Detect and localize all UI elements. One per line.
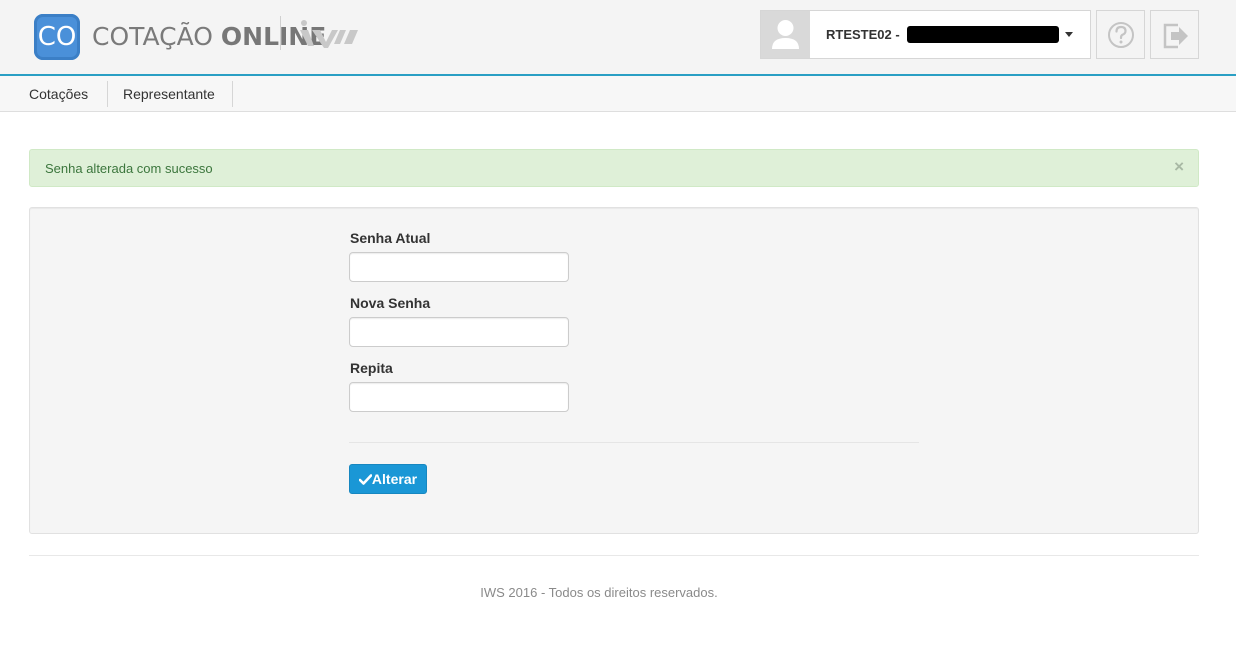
question-circle-icon xyxy=(1108,22,1134,48)
form-divider xyxy=(349,442,919,443)
footer-divider xyxy=(29,555,1199,556)
new-password-input[interactable] xyxy=(349,317,569,347)
chevron-down-icon xyxy=(1065,32,1073,37)
repeat-password-label: Repita xyxy=(350,360,393,376)
logo-divider xyxy=(280,16,281,50)
logo-badge: CO xyxy=(34,14,80,60)
user-menu-dropdown[interactable]: RTESTE02 - xyxy=(760,10,1091,59)
logo-title: COTAÇÃO ONLINE xyxy=(92,22,326,51)
iws-brand-icon xyxy=(300,20,358,48)
alterar-label: Alterar xyxy=(371,471,418,487)
user-name-label: RTESTE02 - xyxy=(826,27,900,42)
new-password-label: Nova Senha xyxy=(350,295,431,311)
alert-message: Senha alterada com sucesso xyxy=(45,161,213,176)
redacted-username xyxy=(907,26,1059,43)
change-password-panel: Senha Atual Nova Senha Repita Alterar xyxy=(29,207,1199,534)
success-alert: Senha alterada com sucesso × xyxy=(29,149,1199,187)
current-password-label: Senha Atual xyxy=(350,230,431,246)
footer-copyright: IWS 2016 - Todos os direitos reservados. xyxy=(480,585,718,600)
sign-out-icon xyxy=(1163,23,1188,49)
app-header: CO COTAÇÃO ONLINE RTESTE02 - xyxy=(0,0,1236,76)
repeat-password-input[interactable] xyxy=(349,382,569,412)
alterar-button[interactable]: Alterar xyxy=(349,464,427,494)
logo-word-cotacao: COTAÇÃO xyxy=(92,22,213,51)
main-nav: Cotações Representante xyxy=(0,76,1236,112)
logout-button[interactable] xyxy=(1150,10,1199,59)
help-button[interactable] xyxy=(1096,10,1145,59)
nav-separator xyxy=(232,81,233,107)
nav-separator xyxy=(107,81,108,107)
logo-initials: CO xyxy=(37,22,77,52)
nav-item-representante[interactable]: Representante xyxy=(123,81,215,107)
user-avatar-icon xyxy=(761,11,810,58)
current-password-input[interactable] xyxy=(349,252,569,282)
nav-item-cotacoes[interactable]: Cotações xyxy=(29,81,88,107)
check-icon xyxy=(358,474,373,485)
close-icon[interactable]: × xyxy=(1174,157,1184,177)
